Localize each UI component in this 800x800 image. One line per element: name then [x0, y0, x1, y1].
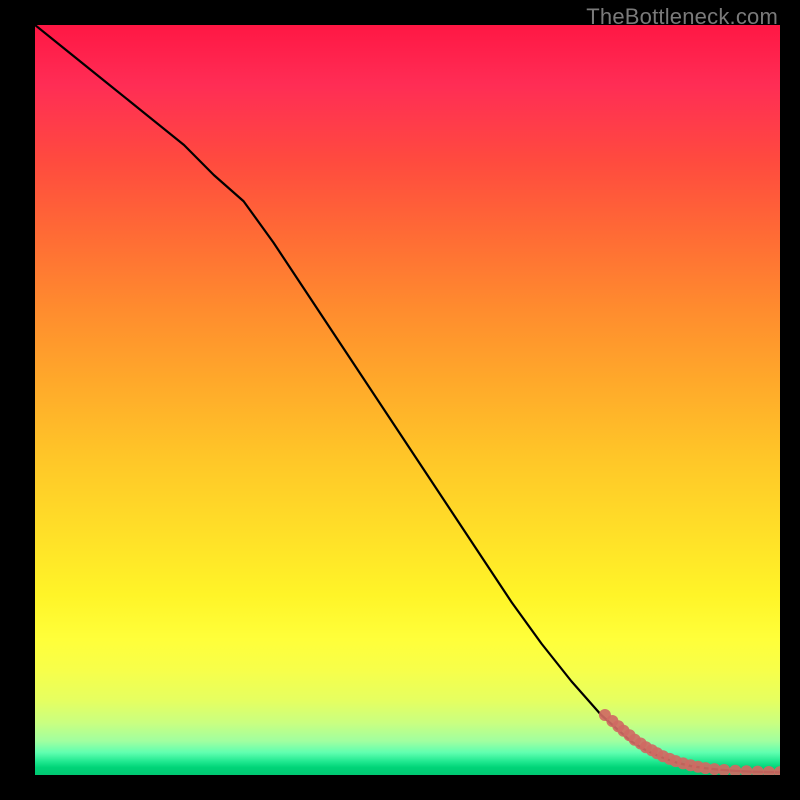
chart-frame: TheBottleneck.com [0, 0, 800, 800]
chart-point [740, 765, 752, 775]
chart-point [752, 766, 764, 775]
chart-point [763, 766, 775, 775]
chart-point [718, 764, 730, 775]
watermark-text: TheBottleneck.com [586, 4, 778, 30]
chart-line-curve [35, 25, 780, 772]
chart-point [774, 766, 780, 775]
chart-scatter-points [599, 709, 780, 775]
chart-plot-area [35, 25, 780, 775]
chart-overlay-svg [35, 25, 780, 775]
chart-point [729, 765, 741, 775]
